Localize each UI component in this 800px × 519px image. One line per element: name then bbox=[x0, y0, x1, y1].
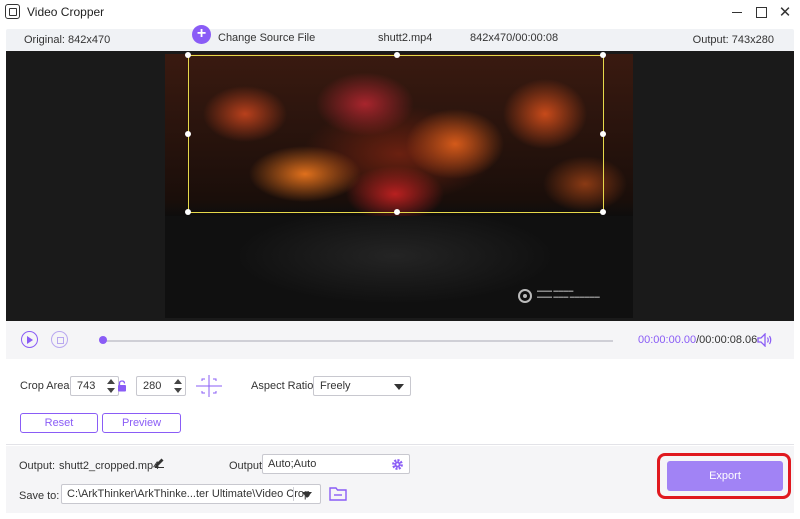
crop-height-stepper[interactable] bbox=[173, 378, 183, 394]
source-dimensions-duration: 842x470/00:00:08 bbox=[470, 32, 559, 44]
chevron-down-icon[interactable] bbox=[107, 388, 115, 393]
chevron-down-icon[interactable] bbox=[174, 388, 182, 393]
playback-controls: 00:00:00.00/00:00:08.06 bbox=[6, 321, 794, 359]
minimize-icon[interactable] bbox=[726, 2, 748, 22]
output-format-field[interactable]: Auto;Auto bbox=[262, 454, 410, 474]
aspect-ratio-value: Freely bbox=[320, 380, 351, 392]
time-display: 00:00:00.00/00:00:08.06 bbox=[638, 334, 757, 346]
preview-button[interactable]: Preview bbox=[102, 413, 181, 433]
add-icon[interactable]: + bbox=[192, 25, 211, 44]
chevron-up-icon[interactable] bbox=[107, 379, 115, 384]
save-to-label: Save to: bbox=[19, 490, 60, 502]
video-lower-area bbox=[165, 216, 633, 318]
crop-frame[interactable] bbox=[185, 52, 606, 215]
crop-handle-right[interactable] bbox=[600, 131, 606, 137]
crop-options: Crop Area: 743 280 Aspect Ratio: Freely … bbox=[6, 359, 794, 445]
close-icon[interactable]: ✕ bbox=[774, 2, 796, 22]
crop-handle-top-right[interactable] bbox=[600, 52, 606, 58]
crop-height-input[interactable]: 280 bbox=[136, 376, 186, 396]
path-dropdown-divider bbox=[293, 487, 294, 501]
save-path-field[interactable]: C:\ArkThinker\ArkThinke...ter Ultimate\V… bbox=[61, 484, 321, 504]
aspect-ratio-label: Aspect Ratio: bbox=[251, 380, 317, 392]
progress-track[interactable] bbox=[101, 340, 613, 342]
maximize-icon[interactable] bbox=[750, 2, 772, 22]
export-button[interactable]: Export bbox=[667, 461, 783, 491]
crop-handle-bottom-right[interactable] bbox=[600, 209, 606, 215]
crop-height-value: 280 bbox=[143, 380, 162, 392]
aspect-ratio-select[interactable]: Freely bbox=[313, 376, 411, 396]
output-format-label: Output: bbox=[229, 460, 266, 472]
window-title: Video Cropper bbox=[27, 5, 105, 19]
chevron-down-icon[interactable] bbox=[302, 492, 312, 498]
play-icon[interactable] bbox=[21, 331, 38, 348]
volume-icon[interactable] bbox=[757, 333, 773, 347]
crop-handle-bottom[interactable] bbox=[394, 209, 400, 215]
crop-width-input[interactable]: 743 bbox=[70, 376, 119, 396]
crop-handle-left[interactable] bbox=[185, 131, 191, 137]
source-file-name: shutt2.mp4 bbox=[378, 32, 433, 44]
crop-width-stepper[interactable] bbox=[106, 378, 116, 394]
original-size: Original: 842x470 bbox=[24, 34, 111, 46]
watermark-icon bbox=[518, 289, 532, 303]
output-size: Output: 743x280 bbox=[692, 34, 774, 46]
folder-icon[interactable] bbox=[329, 486, 347, 501]
app-icon bbox=[5, 4, 20, 19]
chevron-down-icon bbox=[394, 384, 404, 390]
watermark-text: ▬▬▬ ▬▬▬▬ ▬▬▬ ▬▬▬ ▬▬▬▬▬▬ bbox=[537, 288, 600, 300]
video-stage: ▬▬▬ ▬▬▬▬ ▬▬▬ ▬▬▬ ▬▬▬▬▬▬ bbox=[6, 51, 794, 321]
crop-width-value: 743 bbox=[77, 380, 96, 392]
crop-handle-top[interactable] bbox=[394, 52, 400, 58]
current-time: 00:00:00.00 bbox=[638, 334, 697, 346]
output-format-value: Auto;Auto bbox=[268, 458, 317, 470]
crop-handle-top-left[interactable] bbox=[185, 52, 191, 58]
crop-handle-bottom-left[interactable] bbox=[185, 209, 191, 215]
gear-icon[interactable] bbox=[391, 458, 404, 471]
lock-icon[interactable] bbox=[117, 380, 127, 392]
title-bar: Video Cropper ✕ bbox=[0, 0, 800, 24]
edit-icon[interactable] bbox=[154, 457, 165, 468]
output-file-label: Output: bbox=[19, 460, 56, 472]
save-path-value: C:\ArkThinker\ArkThinke...ter Ultimate\V… bbox=[67, 488, 311, 500]
reset-button[interactable]: Reset bbox=[20, 413, 98, 433]
center-crop-icon[interactable] bbox=[196, 375, 222, 397]
progress-knob[interactable] bbox=[99, 336, 107, 344]
crop-area-label: Crop Area: bbox=[20, 380, 73, 392]
output-file-name: shutt2_cropped.mp4 bbox=[59, 460, 160, 472]
info-bar: Original: 842x470 + Change Source File s… bbox=[6, 25, 794, 51]
chevron-up-icon[interactable] bbox=[174, 379, 182, 384]
total-time: /00:00:08.06 bbox=[696, 334, 758, 346]
change-source-button[interactable]: Change Source File bbox=[218, 32, 315, 44]
stop-icon[interactable] bbox=[51, 331, 68, 348]
